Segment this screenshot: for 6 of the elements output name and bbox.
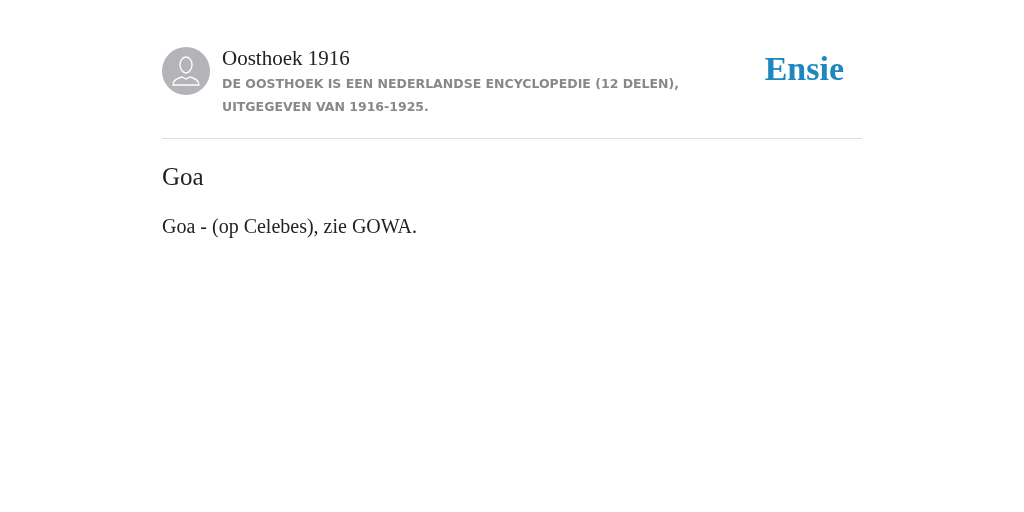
article-heading: Goa (162, 162, 205, 192)
avatar-icon (162, 47, 210, 95)
source-description: DE OOSTHOEK IS EEN NEDERLANDSE ENCYCLOPEDIE (12 DELEN), UITGEGEVEN VAN 1916-1925. (222, 75, 681, 116)
article-text: Goa - (op Celebes), zie GOWA. (162, 214, 418, 239)
source-title: Oosthoek 1916 (222, 46, 351, 70)
logo[interactable]: Ensie (764, 51, 844, 87)
